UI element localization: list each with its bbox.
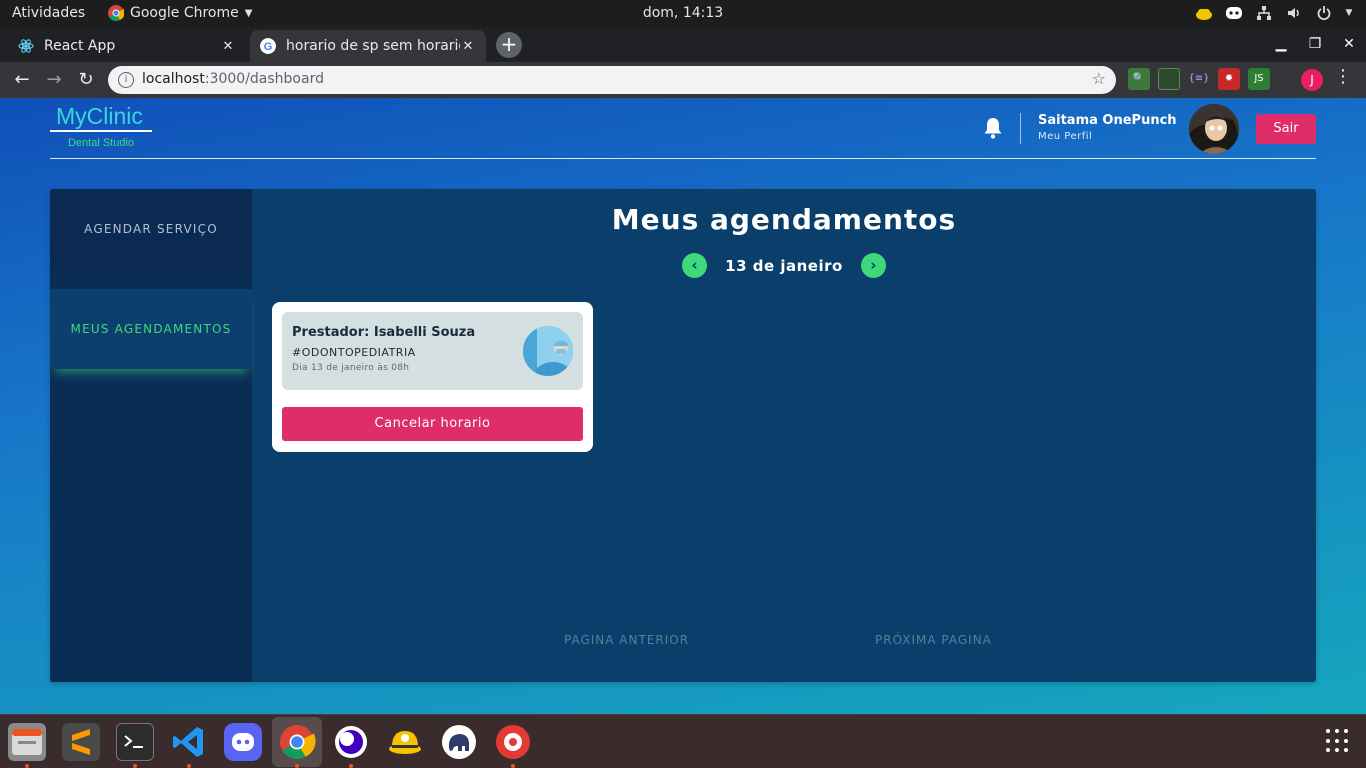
- brand-subtitle: Dental Studio: [67, 137, 135, 149]
- volume-icon[interactable]: [1284, 3, 1304, 23]
- google-favicon-icon: G: [260, 38, 276, 54]
- indicator-icon[interactable]: [1194, 3, 1214, 23]
- service-tag: #ODONTOPEDIATRIA: [292, 346, 416, 359]
- appointment-datetime: Dia 13 de janeiro às 08h: [292, 363, 410, 373]
- running-indicator: [511, 764, 515, 768]
- menu-kebab-icon[interactable]: ⋮: [1334, 66, 1352, 87]
- sublime-text-icon[interactable]: [62, 723, 100, 761]
- extension-screen-icon[interactable]: [1158, 68, 1180, 90]
- extension-nodejs-icon[interactable]: JS: [1248, 68, 1270, 90]
- running-indicator: [349, 764, 353, 768]
- user-name: Saitama OnePunch: [1038, 113, 1177, 128]
- beekeeper-icon[interactable]: [494, 723, 532, 761]
- chevron-down-icon: ▼: [244, 7, 253, 19]
- provider-avatar: [523, 326, 573, 376]
- restore-icon[interactable]: ❐: [1298, 27, 1332, 61]
- header-divider-line: [50, 158, 1316, 159]
- window-controls: ▁ ❐ ✕: [1264, 27, 1366, 61]
- files-icon[interactable]: [8, 723, 46, 761]
- reload-icon[interactable]: ↻: [72, 66, 100, 94]
- appointment-info: Prestador: Isabelli Souza #ODONTOPEDIATR…: [282, 312, 583, 390]
- current-date: 13 de janeiro: [725, 256, 843, 275]
- discord-icon[interactable]: [224, 723, 262, 761]
- page-title: Meus agendamentos: [611, 203, 957, 236]
- brand[interactable]: MyClinic Dental Studio: [50, 102, 152, 149]
- chrome-dock-icon[interactable]: [272, 717, 322, 767]
- elephant-icon[interactable]: [440, 723, 478, 761]
- logout-button[interactable]: Sair: [1256, 114, 1316, 144]
- close-tab-icon[interactable]: ✕: [220, 39, 236, 54]
- tab-title: React App: [44, 38, 116, 54]
- previous-page-button[interactable]: PAGINA ANTERIOR: [564, 633, 689, 647]
- next-page-button[interactable]: PRÓXIMA PAGINA: [875, 633, 992, 647]
- sidebar-item-meus-agendamentos[interactable]: MEUS AGENDAMENTOS: [50, 289, 252, 369]
- bookmark-star-icon[interactable]: ☆: [1092, 69, 1106, 88]
- app-page: MyClinic Dental Studio Saitama OnePunch …: [0, 98, 1366, 714]
- tab-title: horario de sp sem horario: [286, 38, 460, 54]
- app-menu-label: Google Chrome: [130, 5, 239, 21]
- extension-magnifier-icon[interactable]: 🔍: [1128, 68, 1150, 90]
- system-tray: ▼: [1194, 3, 1354, 23]
- insomnia-icon[interactable]: [332, 723, 370, 761]
- profile-link[interactable]: Meu Perfil: [1038, 131, 1092, 142]
- terminal-icon[interactable]: [116, 723, 154, 761]
- running-indicator: [295, 764, 299, 768]
- sidebar-item-agendar-servico[interactable]: AGENDAR SERVIÇO: [50, 189, 252, 269]
- site-info-icon[interactable]: i: [118, 72, 134, 88]
- running-indicator: [133, 764, 137, 768]
- dashboard-panel: AGENDAR SERVIÇO MEUS AGENDAMENTOS Meus a…: [50, 189, 1316, 682]
- close-tab-icon[interactable]: ✕: [460, 39, 476, 54]
- header-divider: [1020, 113, 1021, 144]
- chrome-icon: [108, 5, 124, 21]
- react-favicon-icon: [18, 39, 34, 53]
- previous-day-chevron-icon[interactable]: ‹: [682, 253, 708, 278]
- chevron-down-icon[interactable]: ▼: [1344, 3, 1354, 23]
- cancel-appointment-button[interactable]: Cancelar horario: [282, 407, 583, 441]
- forward-arrow-icon[interactable]: →: [40, 66, 68, 94]
- appointment-card: Prestador: Isabelli Souza #ODONTOPEDIATR…: [272, 302, 593, 452]
- extension-tools-icon[interactable]: ✹: [1218, 68, 1240, 90]
- activities-button[interactable]: Atividades: [12, 5, 85, 21]
- power-icon[interactable]: [1314, 3, 1334, 23]
- sidebar: AGENDAR SERVIÇO MEUS AGENDAMENTOS: [50, 189, 252, 682]
- show-applications-icon[interactable]: [1326, 729, 1350, 753]
- dock: [0, 714, 1366, 768]
- date-navigator: ‹ 13 de janeiro ›: [252, 253, 1316, 278]
- back-arrow-icon[interactable]: ←: [8, 66, 36, 94]
- discord-tray-icon[interactable]: [1224, 3, 1244, 23]
- minimize-icon[interactable]: ▁: [1264, 27, 1298, 61]
- bell-icon[interactable]: [982, 116, 1004, 140]
- avatar[interactable]: [1189, 104, 1239, 154]
- new-tab-button[interactable]: +: [496, 32, 522, 58]
- extensions-bar: 🔍 {≡} ✹ JS: [1128, 68, 1270, 90]
- url-text[interactable]: localhost:3000/dashboard: [142, 71, 324, 87]
- address-bar[interactable]: i localhost:3000/dashboard ☆: [108, 66, 1116, 94]
- tab-google-search[interactable]: G horario de sp sem horario ✕: [250, 30, 486, 62]
- extension-json-icon[interactable]: {≡}: [1188, 68, 1210, 90]
- app-menu[interactable]: Google Chrome ▼: [108, 5, 252, 21]
- clock[interactable]: dom, 14:13: [643, 5, 723, 21]
- network-icon[interactable]: [1254, 3, 1274, 23]
- brand-logo: MyClinic: [50, 102, 152, 132]
- profile-avatar[interactable]: J: [1301, 69, 1323, 91]
- tab-strip: React App ✕ G horario de sp sem horario …: [0, 27, 1366, 62]
- next-day-chevron-icon[interactable]: ›: [860, 253, 886, 278]
- running-indicator: [25, 764, 29, 768]
- running-indicator: [187, 764, 191, 768]
- svg-text:G: G: [264, 41, 273, 53]
- close-window-icon[interactable]: ✕: [1332, 27, 1366, 61]
- tab-react-app[interactable]: React App ✕: [8, 30, 246, 62]
- vscode-icon[interactable]: [170, 723, 208, 761]
- mining-helmet-icon[interactable]: [386, 723, 424, 761]
- browser-toolbar: ← → ↻ i localhost:3000/dashboard ☆ 🔍 {≡}…: [0, 62, 1366, 98]
- provider-name: Prestador: Isabelli Souza: [292, 325, 476, 340]
- system-top-bar: Atividades Google Chrome ▼ dom, 14:13 ▼: [0, 0, 1366, 27]
